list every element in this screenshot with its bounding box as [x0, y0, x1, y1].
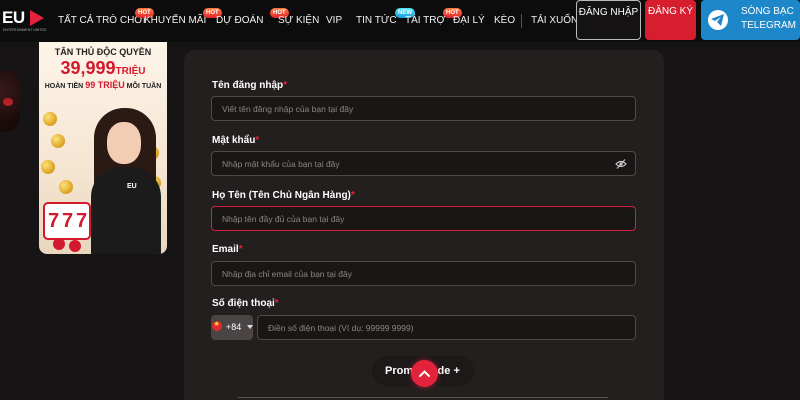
- banner-cashback: HOÀN TIỀN 99 TRIỆU MỖI TUẦN: [44, 80, 162, 90]
- country-code-select[interactable]: +84: [211, 315, 253, 340]
- coin-icon: [41, 160, 55, 174]
- eye-slash-icon[interactable]: [615, 158, 627, 170]
- nav-item-events[interactable]: SỰ KIỆN: [278, 15, 319, 26]
- telegram-button-label: SÒNG BẠC TELEGRAM: [741, 6, 797, 31]
- top-navbar: EU ENTERTAINMENT UNITED TẤT CẢ TRÒ CHƠI …: [0, 0, 800, 42]
- banner-headline: TÂN THỦ ĐỘC QUYỀN: [54, 47, 152, 57]
- model-face: [107, 122, 141, 164]
- edge-banner-image: [0, 70, 20, 132]
- nav-item-vip[interactable]: VIP: [326, 15, 342, 26]
- username-input[interactable]: [212, 97, 635, 120]
- nav-item-all-games[interactable]: TẤT CẢ TRÒ CHƠI: [58, 15, 146, 26]
- chevron-up-icon: [419, 370, 430, 377]
- telegram-casino-button[interactable]: SÒNG BẠC TELEGRAM: [701, 0, 800, 40]
- fullname-label: Họ Tên (Tên Chủ Ngân Hàng)*: [212, 190, 355, 201]
- telegram-plane-icon: [708, 10, 728, 30]
- nav-item-odds[interactable]: KÈO: [494, 15, 515, 26]
- nav-item-news[interactable]: TIN TỨC: [356, 15, 397, 26]
- brand-logo[interactable]: EU ENTERTAINMENT UNITED: [2, 8, 50, 36]
- register-button[interactable]: ĐĂNG KÝ: [645, 0, 696, 40]
- login-button[interactable]: ĐĂNG NHẬP: [576, 0, 641, 40]
- nav-item-promotions[interactable]: KHUYẾN MÃI: [144, 15, 206, 26]
- nav-item-sponsors[interactable]: TÀI TRỢ: [405, 15, 445, 26]
- coin-icon: [43, 112, 57, 126]
- logo-tagline: ENTERTAINMENT UNITED: [3, 28, 47, 32]
- dial-code: +84: [226, 322, 242, 332]
- password-input[interactable]: [212, 152, 635, 175]
- nav-divider: [521, 14, 522, 28]
- phone-input[interactable]: [258, 316, 635, 339]
- fullname-input[interactable]: [212, 207, 635, 230]
- slot-machine-icon: 7 7 7: [43, 202, 91, 240]
- logo-arrow-icon: [30, 10, 44, 26]
- banner-amount: 39,999TRIỆU: [60, 58, 146, 78]
- username-field[interactable]: [211, 96, 636, 121]
- email-input[interactable]: [212, 262, 635, 285]
- shirt-logo: EU: [127, 183, 137, 190]
- email-field[interactable]: [211, 261, 636, 286]
- form-divider: [238, 397, 608, 398]
- username-label: Tên đăng nhập*: [212, 80, 288, 91]
- fullname-field[interactable]: [211, 206, 636, 231]
- model-outfit: EU: [91, 167, 161, 254]
- chevron-down-icon: [247, 325, 253, 329]
- vietnam-flag-icon: [212, 320, 222, 331]
- phone-label: Số điện thoại*: [212, 298, 279, 309]
- coin-icon: [59, 180, 73, 194]
- nav-item-agents[interactable]: ĐẠI LÝ: [453, 15, 485, 26]
- logo-text: EU: [2, 8, 25, 27]
- email-label: Email*: [212, 244, 243, 255]
- dice-icon: [69, 240, 81, 252]
- promo-banner[interactable]: TÂN THỦ ĐỘC QUYỀN 39,999TRIỆU HOÀN TIỀN …: [39, 42, 167, 254]
- dice-icon: [53, 238, 65, 250]
- nav-item-predictions[interactable]: DỰ ĐOÁN: [216, 15, 263, 26]
- coin-icon: [51, 134, 65, 148]
- scroll-to-top-button[interactable]: [411, 360, 438, 387]
- phone-field[interactable]: [257, 315, 636, 340]
- password-label: Mật khẩu*: [212, 135, 260, 146]
- password-field[interactable]: [211, 151, 636, 176]
